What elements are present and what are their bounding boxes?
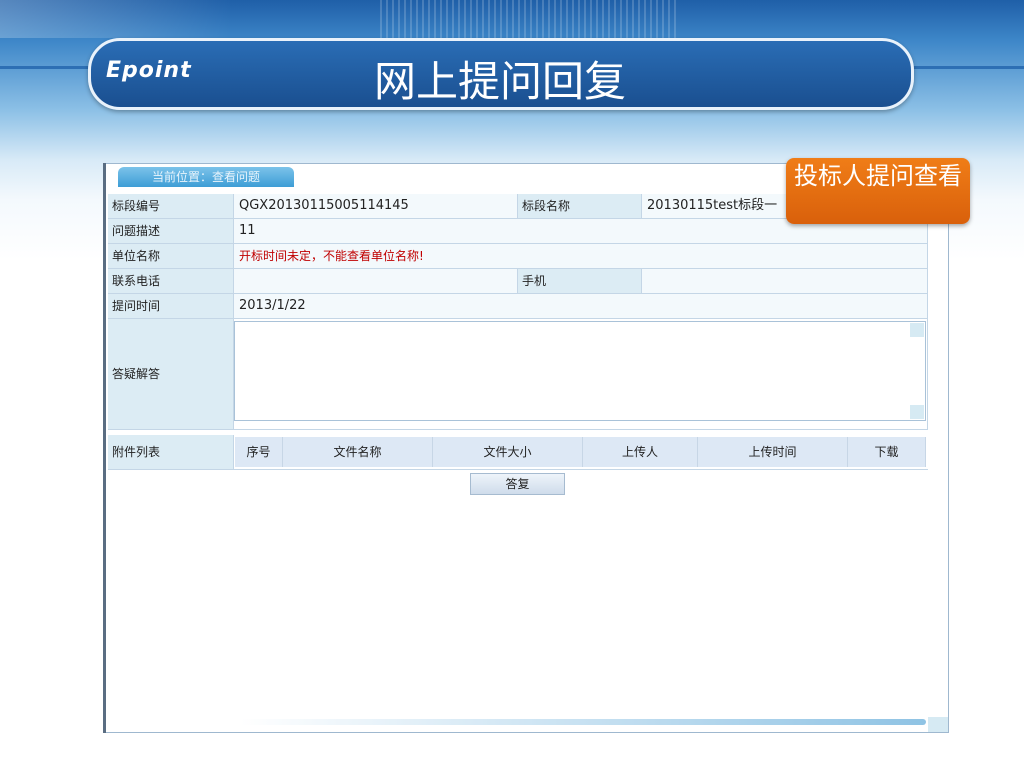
scroll-down-button[interactable] <box>910 405 924 419</box>
bid-section-no-label: 标段编号 <box>108 194 234 218</box>
callout-label: 投标人提问查看 <box>786 158 970 224</box>
question-time-label: 提问时间 <box>108 294 234 318</box>
col-download: 下载 <box>848 437 926 467</box>
row-attachments: 附件列表 序号 文件名称 文件大小 上传人 上传时间 下载 <box>108 435 928 470</box>
background-decoration <box>380 0 680 40</box>
slide-title: 网上提问回复 <box>373 57 626 106</box>
col-file-size: 文件大小 <box>433 437 583 467</box>
answer-textarea[interactable] <box>234 321 926 421</box>
row-question-time: 提问时间 2013/1/22 <box>108 294 928 319</box>
bid-section-name-label: 标段名称 <box>518 194 642 218</box>
bid-section-no-value: QGX20130115005114145 <box>234 194 518 218</box>
col-upload-time: 上传时间 <box>698 437 848 467</box>
row-answer: 答疑解答 <box>108 319 928 430</box>
row-unit-name: 单位名称 开标时间未定，不能查看单位名称! <box>108 244 928 269</box>
panel-bottom-bar <box>240 719 926 725</box>
row-contact: 联系电话 手机 <box>108 269 928 294</box>
title-line-left <box>0 66 92 69</box>
unit-name-warning: 开标时间未定，不能查看单位名称! <box>234 244 928 268</box>
scroll-up-button[interactable] <box>910 323 924 337</box>
col-file-name: 文件名称 <box>283 437 433 467</box>
col-uploader: 上传人 <box>583 437 698 467</box>
col-index: 序号 <box>235 437 283 467</box>
title-line-right <box>910 66 1024 69</box>
background-decoration-corner <box>0 0 230 38</box>
company-logo: Epoint <box>106 58 192 83</box>
phone-label: 联系电话 <box>108 269 234 293</box>
panel-left-edge <box>103 163 106 733</box>
unit-name-label: 单位名称 <box>108 244 234 268</box>
mobile-value <box>642 269 928 293</box>
phone-value <box>234 269 518 293</box>
answer-label: 答疑解答 <box>108 319 234 429</box>
breadcrumb-tab[interactable]: 当前位置：查看问题 <box>118 167 294 187</box>
attachments-label: 附件列表 <box>108 435 234 469</box>
question-desc-label: 问题描述 <box>108 219 234 243</box>
panel-corner <box>928 717 948 732</box>
question-time-value: 2013/1/22 <box>234 294 928 318</box>
answer-button[interactable]: 答复 <box>470 473 565 495</box>
mobile-label: 手机 <box>518 269 642 293</box>
